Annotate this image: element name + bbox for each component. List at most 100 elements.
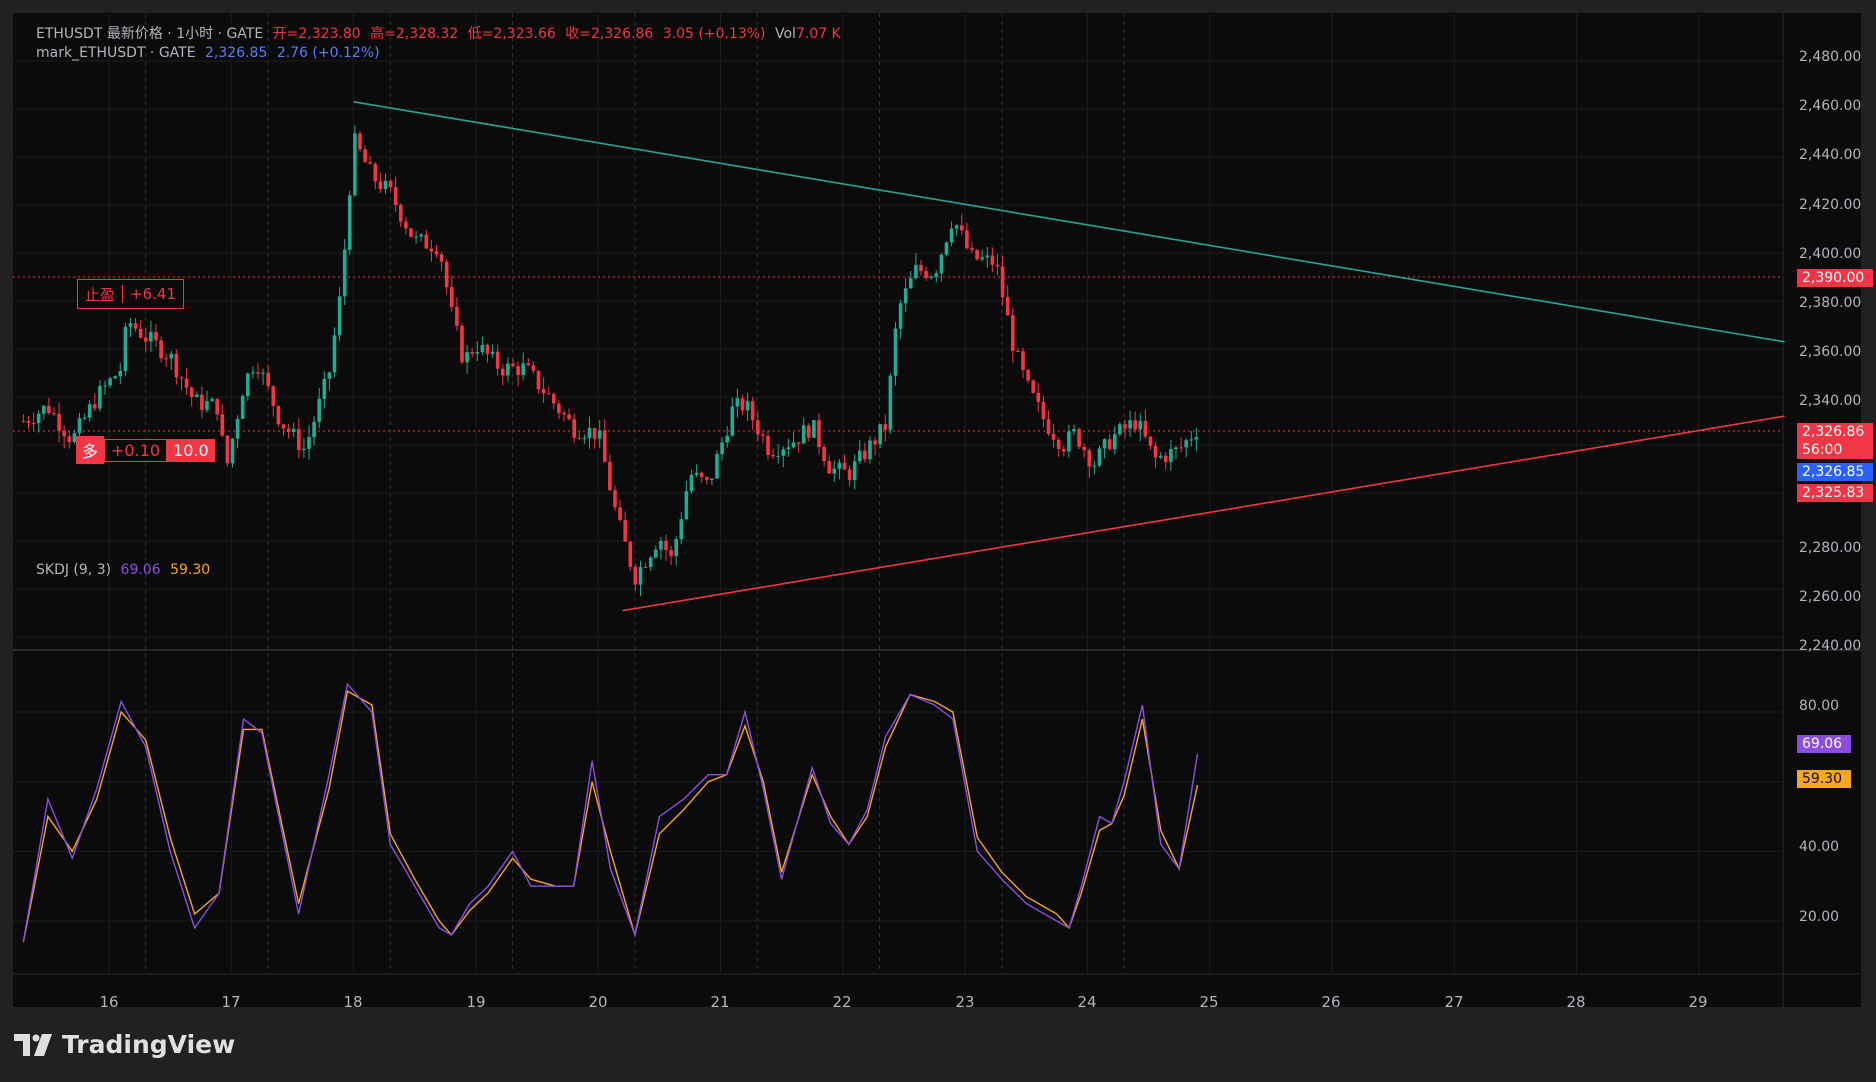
candle-body: [225, 435, 230, 464]
mark-price: 2,326.85: [205, 45, 268, 61]
candle-body: [791, 442, 796, 448]
date-tick: 22: [832, 993, 852, 1011]
indicator-tick: 20.00: [1799, 909, 1840, 925]
candle-body: [536, 370, 541, 390]
candle-body: [398, 205, 403, 222]
candle-body: [944, 242, 949, 255]
trendline-upper: [353, 101, 1785, 343]
candle-body: [710, 478, 714, 480]
candle-body: [332, 335, 337, 373]
price-tick: 2,240.00: [1799, 638, 1862, 654]
tradingview-logo-icon: [14, 1033, 52, 1056]
candle-body: [934, 273, 939, 277]
candle-body: [179, 377, 184, 379]
candle-body: [322, 378, 327, 399]
candle-body: [480, 344, 485, 353]
candle-body: [368, 162, 372, 164]
candle-body: [730, 406, 735, 436]
change-value: 3.05 (+0.13%): [662, 26, 766, 42]
mark-name: mark_ETHUSDT · GATE: [36, 45, 196, 61]
candle-body: [164, 358, 168, 360]
chart-frame[interactable]: ETHUSDT 最新价格 · 1小时 · GATE 开=2,323.80 高=2…: [13, 13, 1873, 1011]
candle-body: [26, 421, 31, 423]
candle-body: [495, 351, 500, 369]
candle-body: [266, 372, 270, 387]
candle-body: [363, 149, 367, 163]
candle-body: [577, 437, 582, 439]
symbol-title: ETHUSDT 最新价格 · 1小时 · GATE: [36, 26, 264, 42]
candle-body: [949, 228, 954, 243]
position-pnl: +0.10: [104, 438, 168, 462]
candle-body: [383, 180, 388, 190]
candle-body: [485, 344, 490, 354]
candle-body: [990, 255, 995, 265]
candle-body: [92, 404, 97, 409]
candle-body: [689, 474, 694, 492]
candle-body: [873, 440, 877, 445]
candle-body: [47, 405, 51, 414]
candle-body: [592, 428, 597, 439]
candle-body: [868, 440, 872, 460]
candle-body: [878, 424, 882, 445]
candle-body: [143, 337, 148, 342]
price-tick: 2,440.00: [1799, 147, 1862, 163]
mark-change: 2.76 (+0.12%): [276, 45, 380, 61]
candle-body: [893, 328, 898, 376]
candle-body: [1107, 439, 1112, 450]
candle-body: [1051, 433, 1056, 440]
candle-body: [353, 133, 357, 196]
candle-body: [189, 387, 194, 397]
position-marker[interactable]: 多 +0.10 10.0: [76, 436, 215, 464]
date-tick: 18: [343, 993, 363, 1011]
candle-body: [271, 386, 276, 407]
candle-body: [832, 468, 837, 474]
candle-body: [1138, 421, 1143, 430]
date-tick: 25: [1199, 993, 1219, 1011]
candle-body: [1118, 424, 1122, 435]
candle-body: [444, 261, 449, 288]
candle-body: [317, 398, 321, 422]
candle-body: [103, 385, 107, 387]
candle-body: [801, 425, 806, 444]
candle-body: [857, 450, 862, 462]
candle-body: [694, 472, 699, 475]
tradingview-logo[interactable]: TradingView: [14, 1030, 235, 1059]
date-tick: 16: [99, 993, 119, 1011]
candle-body: [281, 424, 286, 429]
candle-body: [587, 428, 592, 439]
candle-body: [786, 447, 791, 450]
candle-body: [138, 328, 143, 338]
chart-canvas[interactable]: [13, 13, 1861, 1007]
candle-body: [919, 264, 923, 272]
volume-label: Vol: [774, 26, 796, 42]
candle-body: [914, 264, 918, 279]
candle-body: [118, 370, 123, 377]
mark-legend: mark_ETHUSDT · GATE 2,326.85 2.76 (+0.12…: [36, 45, 385, 61]
candle-body: [715, 454, 719, 479]
candle-body: [567, 414, 571, 420]
candle-body: [373, 163, 378, 182]
candle-body: [1102, 439, 1107, 449]
candle-body: [602, 430, 607, 462]
candle-body: [57, 413, 61, 431]
candle-body: [286, 428, 291, 433]
candle-body: [429, 248, 434, 252]
candle-body: [240, 396, 245, 419]
d-value-tag: 59.30: [1797, 770, 1851, 788]
candle-body: [1026, 369, 1030, 381]
candle-body: [434, 251, 439, 255]
candle-body: [251, 372, 255, 374]
candle-body: [67, 436, 72, 443]
entry-price-tag: 2,325.83: [1797, 484, 1873, 502]
candle-body: [215, 398, 219, 415]
candle-body: [82, 417, 87, 419]
candle-body: [230, 438, 235, 464]
candle-body: [409, 228, 413, 237]
candle-body: [296, 429, 301, 451]
candle-body: [439, 254, 444, 262]
date-tick: 23: [955, 993, 975, 1011]
candle-body: [1163, 455, 1168, 462]
candle-body: [1112, 434, 1117, 450]
take-profit-marker[interactable]: 止盈 +6.41: [77, 279, 184, 309]
candle-body: [903, 288, 908, 304]
